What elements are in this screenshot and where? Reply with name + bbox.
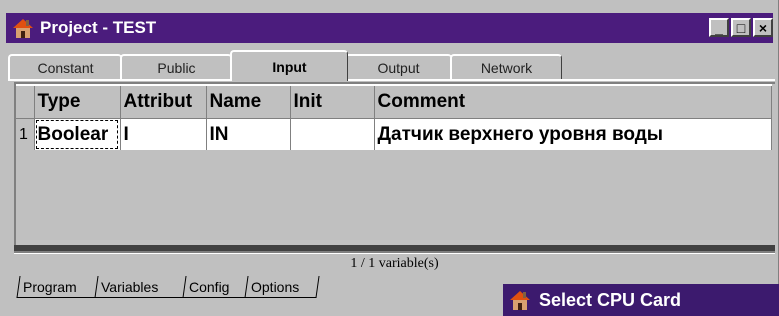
variable-count: 1 / 1 variable(s) — [350, 256, 439, 271]
window-titlebar[interactable]: Project - TEST _ □ × — [6, 13, 773, 43]
minimize-icon: _ — [715, 19, 723, 36]
minimize-button[interactable]: _ — [709, 18, 729, 37]
cell-init[interactable] — [290, 118, 375, 152]
tab-config[interactable]: Config — [182, 276, 250, 298]
select-cpu-card-title: Select CPU Card — [539, 289, 682, 310]
row-number[interactable]: 1 — [16, 118, 35, 152]
column-header-init[interactable]: Init — [290, 84, 375, 119]
status-bar: 1 / 1 variable(s) — [14, 253, 775, 274]
table-row[interactable]: 1 Boolear I IN Датчик верхнего уровня во… — [16, 118, 772, 152]
house-icon — [507, 287, 533, 313]
cell-name[interactable]: IN — [206, 118, 291, 152]
tab-divider — [8, 79, 775, 81]
column-header-type[interactable]: Type — [34, 84, 121, 119]
maximize-button[interactable]: □ — [731, 18, 751, 37]
project-window: Project - TEST _ □ × Constant Public Inp… — [0, 0, 779, 316]
table-header-row: Type Attribut Name Init Comment — [16, 84, 772, 119]
tab-constant[interactable]: Constant — [8, 54, 122, 80]
house-icon — [10, 15, 36, 41]
window-title: Project - TEST — [40, 18, 157, 37]
maximize-icon: □ — [736, 19, 746, 36]
scrollbar-thumb[interactable] — [14, 245, 775, 251]
column-header-attribut[interactable]: Attribut — [120, 84, 207, 119]
tab-input[interactable]: Input — [230, 50, 348, 81]
cell-attribut[interactable]: I — [120, 118, 207, 152]
tab-output[interactable]: Output — [344, 54, 452, 80]
variables-table: Type Attribut Name Init Comment 1 Boolea… — [16, 84, 772, 152]
horizontal-scrollbar[interactable] — [14, 245, 775, 253]
column-header-comment[interactable]: Comment — [374, 84, 772, 119]
grid-empty-area — [16, 150, 775, 252]
cell-type[interactable]: Boolear — [34, 118, 121, 152]
select-cpu-card-window[interactable]: Select CPU Card — [503, 284, 779, 316]
variables-grid[interactable]: Type Attribut Name Init Comment 1 Boolea… — [14, 82, 775, 252]
tab-program[interactable]: Program — [16, 276, 100, 298]
column-header-name[interactable]: Name — [206, 84, 291, 119]
tab-options[interactable]: Options — [244, 276, 320, 298]
close-button[interactable]: × — [753, 18, 773, 37]
tab-variables[interactable]: Variables — [94, 276, 188, 298]
cell-comment[interactable]: Датчик верхнего уровня воды — [374, 118, 772, 152]
row-number-header — [16, 84, 35, 119]
variable-tabs: Constant Public Input Output Network — [8, 50, 773, 81]
close-icon: × — [758, 19, 768, 36]
tab-network[interactable]: Network — [450, 54, 562, 80]
tab-public[interactable]: Public — [120, 54, 232, 80]
